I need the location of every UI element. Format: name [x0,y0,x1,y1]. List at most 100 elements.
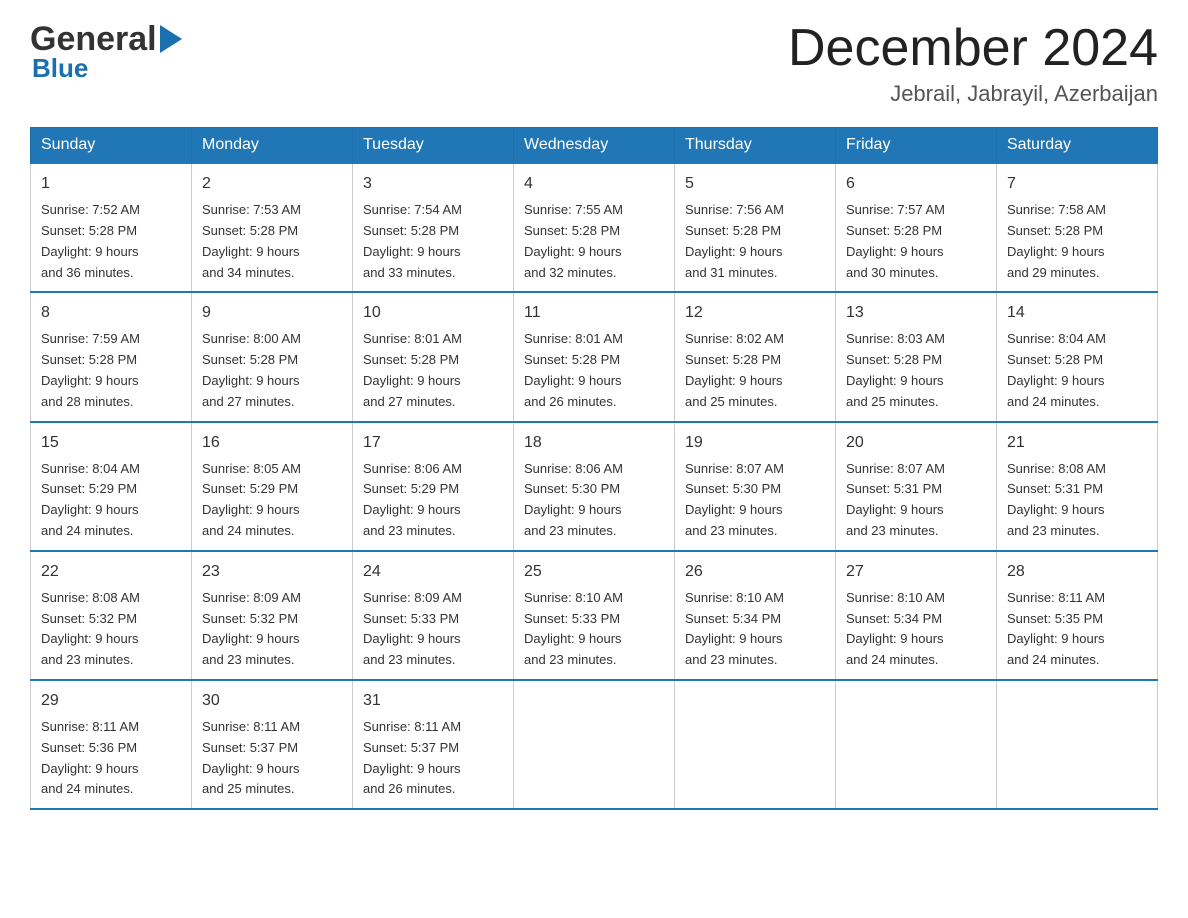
day-info: Sunrise: 7:55 AM Sunset: 5:28 PM Dayligh… [524,200,664,283]
day-number: 24 [363,560,503,584]
day-number: 31 [363,689,503,713]
day-info: Sunrise: 8:06 AM Sunset: 5:29 PM Dayligh… [363,459,503,542]
day-number: 21 [1007,431,1147,455]
day-info: Sunrise: 8:10 AM Sunset: 5:33 PM Dayligh… [524,588,664,671]
day-number: 17 [363,431,503,455]
day-number: 13 [846,301,986,325]
col-friday: Friday [836,128,997,164]
day-info: Sunrise: 8:04 AM Sunset: 5:28 PM Dayligh… [1007,329,1147,412]
table-row: 5 Sunrise: 7:56 AM Sunset: 5:28 PM Daylig… [675,163,836,292]
calendar-week-row: 1 Sunrise: 7:52 AM Sunset: 5:28 PM Daylig… [31,163,1158,292]
page-header: General Blue December 2024 Jebrail, Jabr… [30,20,1158,107]
table-row: 3 Sunrise: 7:54 AM Sunset: 5:28 PM Daylig… [353,163,514,292]
table-row: 14 Sunrise: 8:04 AM Sunset: 5:28 PM Dayli… [997,292,1158,421]
table-row: 17 Sunrise: 8:06 AM Sunset: 5:29 PM Dayli… [353,422,514,551]
day-info: Sunrise: 8:11 AM Sunset: 5:37 PM Dayligh… [202,717,342,800]
day-info: Sunrise: 8:11 AM Sunset: 5:35 PM Dayligh… [1007,588,1147,671]
day-number: 5 [685,172,825,196]
table-row [997,680,1158,809]
day-number: 20 [846,431,986,455]
calendar-header-row: Sunday Monday Tuesday Wednesday Thursday… [31,128,1158,164]
table-row: 28 Sunrise: 8:11 AM Sunset: 5:35 PM Dayli… [997,551,1158,680]
day-info: Sunrise: 8:07 AM Sunset: 5:30 PM Dayligh… [685,459,825,542]
table-row: 25 Sunrise: 8:10 AM Sunset: 5:33 PM Dayli… [514,551,675,680]
table-row: 11 Sunrise: 8:01 AM Sunset: 5:28 PM Dayli… [514,292,675,421]
day-number: 1 [41,172,181,196]
day-info: Sunrise: 7:57 AM Sunset: 5:28 PM Dayligh… [846,200,986,283]
logo-blue: Blue [30,53,88,84]
day-number: 9 [202,301,342,325]
table-row [675,680,836,809]
table-row: 8 Sunrise: 7:59 AM Sunset: 5:28 PM Daylig… [31,292,192,421]
calendar-week-row: 8 Sunrise: 7:59 AM Sunset: 5:28 PM Daylig… [31,292,1158,421]
table-row: 30 Sunrise: 8:11 AM Sunset: 5:37 PM Dayli… [192,680,353,809]
day-info: Sunrise: 8:07 AM Sunset: 5:31 PM Dayligh… [846,459,986,542]
day-number: 28 [1007,560,1147,584]
day-number: 19 [685,431,825,455]
day-info: Sunrise: 7:59 AM Sunset: 5:28 PM Dayligh… [41,329,181,412]
location-subtitle: Jebrail, Jabrayil, Azerbaijan [788,81,1158,107]
day-info: Sunrise: 8:04 AM Sunset: 5:29 PM Dayligh… [41,459,181,542]
day-info: Sunrise: 8:00 AM Sunset: 5:28 PM Dayligh… [202,329,342,412]
col-thursday: Thursday [675,128,836,164]
day-number: 12 [685,301,825,325]
day-info: Sunrise: 8:01 AM Sunset: 5:28 PM Dayligh… [524,329,664,412]
col-monday: Monday [192,128,353,164]
table-row: 19 Sunrise: 8:07 AM Sunset: 5:30 PM Dayli… [675,422,836,551]
day-number: 6 [846,172,986,196]
day-number: 23 [202,560,342,584]
table-row: 4 Sunrise: 7:55 AM Sunset: 5:28 PM Daylig… [514,163,675,292]
day-number: 25 [524,560,664,584]
day-number: 27 [846,560,986,584]
table-row: 6 Sunrise: 7:57 AM Sunset: 5:28 PM Daylig… [836,163,997,292]
day-number: 11 [524,301,664,325]
day-number: 26 [685,560,825,584]
day-number: 10 [363,301,503,325]
calendar-week-row: 22Sunrise: 8:08 AM Sunset: 5:32 PM Dayli… [31,551,1158,680]
calendar-week-row: 29 Sunrise: 8:11 AM Sunset: 5:36 PM Dayli… [31,680,1158,809]
table-row: 18Sunrise: 8:06 AM Sunset: 5:30 PM Dayli… [514,422,675,551]
day-info: Sunrise: 8:11 AM Sunset: 5:37 PM Dayligh… [363,717,503,800]
day-info: Sunrise: 7:58 AM Sunset: 5:28 PM Dayligh… [1007,200,1147,283]
day-info: Sunrise: 8:08 AM Sunset: 5:32 PM Dayligh… [41,588,181,671]
day-info: Sunrise: 8:02 AM Sunset: 5:28 PM Dayligh… [685,329,825,412]
table-row: 21 Sunrise: 8:08 AM Sunset: 5:31 PM Dayli… [997,422,1158,551]
table-row: 27 Sunrise: 8:10 AM Sunset: 5:34 PM Dayli… [836,551,997,680]
month-title: December 2024 [788,20,1158,77]
calendar-table: Sunday Monday Tuesday Wednesday Thursday… [30,127,1158,810]
day-info: Sunrise: 8:10 AM Sunset: 5:34 PM Dayligh… [846,588,986,671]
day-info: Sunrise: 8:09 AM Sunset: 5:33 PM Dayligh… [363,588,503,671]
col-tuesday: Tuesday [353,128,514,164]
day-number: 30 [202,689,342,713]
table-row: 20 Sunrise: 8:07 AM Sunset: 5:31 PM Dayli… [836,422,997,551]
day-number: 8 [41,301,181,325]
table-row: 31 Sunrise: 8:11 AM Sunset: 5:37 PM Dayli… [353,680,514,809]
logo: General Blue [30,20,182,84]
col-saturday: Saturday [997,128,1158,164]
day-number: 3 [363,172,503,196]
day-info: Sunrise: 7:54 AM Sunset: 5:28 PM Dayligh… [363,200,503,283]
day-info: Sunrise: 8:11 AM Sunset: 5:36 PM Dayligh… [41,717,181,800]
day-number: 14 [1007,301,1147,325]
logo-arrow-icon [160,25,182,58]
table-row: 15 Sunrise: 8:04 AM Sunset: 5:29 PM Dayli… [31,422,192,551]
day-info: Sunrise: 8:03 AM Sunset: 5:28 PM Dayligh… [846,329,986,412]
table-row: 1 Sunrise: 7:52 AM Sunset: 5:28 PM Daylig… [31,163,192,292]
day-info: Sunrise: 8:10 AM Sunset: 5:34 PM Dayligh… [685,588,825,671]
day-info: Sunrise: 7:56 AM Sunset: 5:28 PM Dayligh… [685,200,825,283]
table-row [836,680,997,809]
day-info: Sunrise: 8:08 AM Sunset: 5:31 PM Dayligh… [1007,459,1147,542]
day-number: 4 [524,172,664,196]
day-info: Sunrise: 8:05 AM Sunset: 5:29 PM Dayligh… [202,459,342,542]
table-row: 7Sunrise: 7:58 AM Sunset: 5:28 PM Daylig… [997,163,1158,292]
table-row: 29 Sunrise: 8:11 AM Sunset: 5:36 PM Dayli… [31,680,192,809]
table-row: 23Sunrise: 8:09 AM Sunset: 5:32 PM Dayli… [192,551,353,680]
day-number: 15 [41,431,181,455]
day-info: Sunrise: 7:52 AM Sunset: 5:28 PM Dayligh… [41,200,181,283]
table-row: 2Sunrise: 7:53 AM Sunset: 5:28 PM Daylig… [192,163,353,292]
col-sunday: Sunday [31,128,192,164]
day-number: 29 [41,689,181,713]
table-row: 26 Sunrise: 8:10 AM Sunset: 5:34 PM Dayli… [675,551,836,680]
day-number: 18 [524,431,664,455]
table-row: 16Sunrise: 8:05 AM Sunset: 5:29 PM Dayli… [192,422,353,551]
